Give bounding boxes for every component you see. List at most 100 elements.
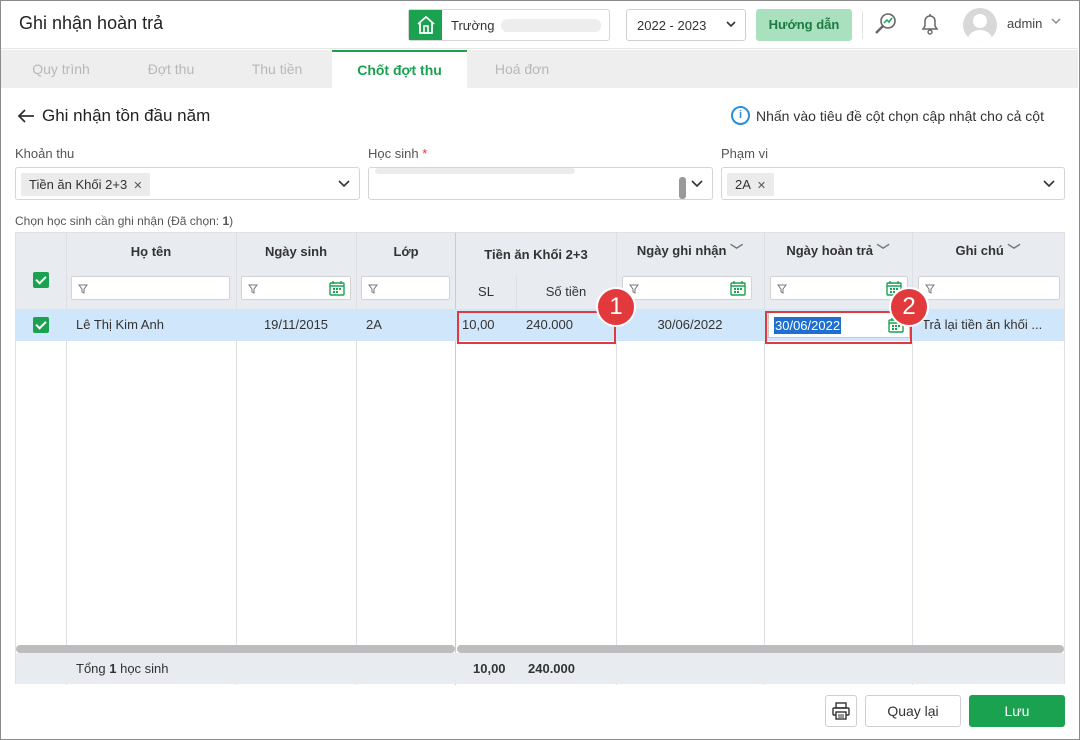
header-note-label: Ghi chú — [955, 243, 1004, 258]
cell-class: 2A — [366, 317, 382, 332]
back-link-label: Ghi nhận tồn đầu năm — [42, 106, 211, 125]
tab-bar: Quy trình Đợt thu Thu tiền Chốt đợt thu … — [1, 50, 1078, 88]
tab-quy-trinh[interactable]: Quy trình — [1, 50, 121, 88]
cell-name: Lê Thị Kim Anh — [76, 317, 164, 332]
name-filter-input[interactable] — [71, 276, 230, 300]
callout-box-2 — [765, 311, 912, 344]
col-divider — [236, 233, 237, 685]
tab-dot-thu[interactable]: Đợt thu — [121, 50, 221, 88]
dob-filter-input[interactable] — [241, 276, 351, 300]
back-button[interactable]: Quay lại — [865, 695, 961, 727]
student-grid: Họ tên Ngày sinh Lớp Tiền ăn Khối 2+3 SL… — [15, 232, 1065, 685]
callout-badge-1: 1 — [596, 287, 636, 327]
filter-icon — [78, 282, 88, 297]
fee-chip: Tiền ăn Khối 2+3 ✕ — [21, 173, 151, 196]
col-divider — [764, 233, 765, 685]
fee-label: Khoản thu — [15, 146, 75, 161]
header-check-cell — [16, 233, 66, 309]
chevron-down-icon: ﹀ — [1007, 243, 1021, 258]
cell-dob: 19/11/2015 — [263, 317, 329, 332]
chevron-down-icon — [690, 176, 704, 193]
required-mark: * — [422, 146, 428, 161]
footer-amount-total: 240.000 — [528, 661, 575, 676]
filter-icon — [925, 282, 935, 297]
tab-thu-tien[interactable]: Thu tiền — [221, 50, 333, 88]
info-icon: i — [731, 106, 750, 125]
cell-record-date[interactable]: 30/06/2022 — [616, 309, 764, 341]
calendar-icon[interactable] — [329, 280, 345, 299]
avatar[interactable] — [963, 8, 997, 42]
footer-total-suffix: học sinh — [116, 661, 169, 676]
scope-chip: 2A ✕ — [727, 173, 775, 196]
scope-label: Phạm vi — [721, 146, 768, 161]
analytics-search-icon[interactable] — [873, 11, 899, 37]
student-select[interactable] — [368, 167, 713, 200]
chevron-down-icon — [725, 18, 737, 33]
header-qty[interactable]: SL — [456, 275, 516, 309]
tab-hoa-don[interactable]: Hoá đơn — [467, 50, 577, 88]
left-hscrollbar[interactable] — [16, 645, 455, 653]
student-label: Học sinh * — [368, 146, 427, 161]
fee-select[interactable]: Tiền ăn Khối 2+3 ✕ — [15, 167, 360, 200]
callout-box-1 — [457, 311, 616, 344]
header-qty-label: SL — [478, 284, 494, 299]
tab-chot-dot-thu[interactable]: Chốt đợt thu — [332, 50, 467, 88]
refund-date-filter-input[interactable] — [770, 276, 908, 300]
calendar-icon[interactable] — [730, 280, 746, 299]
header-fee-group: Tiền ăn Khối 2+3 — [456, 233, 616, 275]
school-year-value: 2022 - 2023 — [637, 18, 707, 33]
col-divider — [66, 233, 67, 685]
back-link[interactable]: Ghi nhận tồn đầu năm — [16, 106, 210, 126]
column-hint: i Nhấn vào tiêu đề cột chọn cập nhật cho… — [731, 106, 1044, 125]
header-divider — [862, 11, 863, 39]
cell-note[interactable]: Trả lại tiền ăn khối ... — [922, 309, 1060, 341]
chevron-down-icon — [337, 176, 351, 193]
selection-note: Chọn học sinh cần ghi nhận (Đã chọn: 1) — [15, 214, 233, 228]
fee-chip-label: Tiền ăn Khối 2+3 — [29, 177, 128, 192]
frozen-divider — [455, 233, 456, 685]
chevron-down-icon[interactable] — [1050, 15, 1062, 30]
school-label: Trường — [451, 18, 495, 33]
school-name-redacted — [501, 19, 601, 32]
select-all-checkbox[interactable] — [33, 272, 49, 288]
chevron-down-icon: ﹀ — [730, 243, 744, 258]
filter-icon — [248, 282, 258, 297]
right-hscrollbar[interactable] — [457, 645, 1064, 653]
selection-note-suffix: ) — [229, 214, 234, 228]
header-fee-group-label: Tiền ăn Khối 2+3 — [484, 247, 588, 262]
filter-icon — [777, 282, 787, 297]
chip-remove-icon[interactable]: ✕ — [133, 180, 142, 192]
student-scrollbar[interactable] — [679, 177, 686, 199]
header-class-label: Lớp — [393, 244, 419, 259]
class-filter-input[interactable] — [361, 276, 450, 300]
school-year-select[interactable]: 2022 - 2023 — [626, 9, 746, 41]
app-title: Ghi nhận hoàn trả — [19, 13, 164, 33]
footer-total-prefix: Tổng — [76, 661, 110, 676]
student-label-text: Học sinh — [368, 146, 419, 161]
printer-icon — [832, 702, 850, 720]
school-home-icon — [409, 10, 442, 40]
school-selector[interactable]: Trường — [408, 9, 610, 41]
guide-button[interactable]: Hướng dẫn — [756, 9, 852, 41]
scope-select[interactable]: 2A ✕ — [721, 167, 1065, 200]
chevron-down-icon: ﹀ — [876, 243, 890, 258]
header-name-label: Họ tên — [130, 244, 172, 259]
selection-note-prefix: Chọn học sinh cần ghi nhận (Đã chọn: — [15, 214, 223, 228]
header-amount-label: Số tiền — [545, 284, 587, 299]
col-divider — [356, 233, 357, 685]
note-filter-input[interactable] — [918, 276, 1060, 300]
top-bar: Ghi nhận hoàn trả Trường 2022 - 2023 Hướ… — [1, 1, 1078, 49]
record-date-filter-input[interactable] — [622, 276, 752, 300]
print-button[interactable] — [825, 695, 857, 727]
row-checkbox[interactable] — [33, 317, 49, 333]
save-button[interactable]: Lưu — [969, 695, 1065, 727]
footer-total: Tổng 1 học sinh — [76, 653, 169, 684]
chip-remove-icon[interactable]: ✕ — [757, 180, 766, 192]
footer-qty-total: 10,00 — [473, 661, 506, 676]
chevron-down-icon — [1042, 176, 1056, 193]
user-name[interactable]: admin — [1007, 16, 1042, 31]
column-hint-text: Nhấn vào tiêu đề cột chọn cập nhật cho c… — [756, 107, 1044, 124]
arrow-left-icon — [17, 109, 34, 123]
bell-icon[interactable] — [917, 11, 943, 37]
student-list-redacted — [375, 168, 575, 174]
